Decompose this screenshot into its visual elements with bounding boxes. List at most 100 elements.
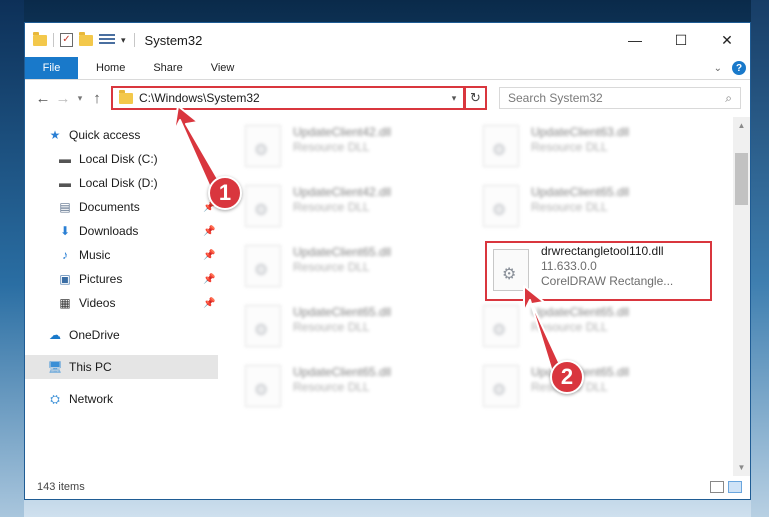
- dll-file-icon: [483, 365, 519, 407]
- videos-icon: ▦: [59, 296, 71, 310]
- sidebar-item-local-disk-d[interactable]: ▬ Local Disk (D:): [57, 171, 158, 195]
- sidebar-item-label: Quick access: [69, 128, 141, 142]
- navigation-bar: ← → ▾ ↑ C:\Windows\System32 ▾ ↻ Search S…: [25, 80, 750, 116]
- dll-file-icon: [245, 305, 281, 347]
- file-type: Resource DLL: [531, 140, 608, 154]
- file-type: Resource DLL: [531, 320, 608, 334]
- file-tile[interactable]: UpdateClient65.dllResource DLL: [477, 181, 702, 237]
- expand-ribbon-icon[interactable]: ⌄: [714, 63, 722, 74]
- recent-locations-icon[interactable]: ▾: [73, 93, 87, 104]
- file-name: UpdateClient42.dll: [293, 185, 392, 199]
- sidebar-item-downloads[interactable]: ⬇ Downloads 📌: [57, 219, 217, 243]
- file-tile[interactable]: UpdateClient65.dllResource DLL: [239, 301, 464, 357]
- address-bar[interactable]: C:\Windows\System32 ▾: [111, 86, 465, 110]
- file-type: Resource DLL: [293, 380, 370, 394]
- file-type: Resource DLL: [293, 320, 370, 334]
- sidebar-item-label: Local Disk (C:): [79, 152, 158, 166]
- file-type: Resource DLL: [293, 260, 370, 274]
- sidebar-item-label: Videos: [79, 296, 116, 310]
- search-placeholder: Search System32: [508, 91, 603, 105]
- forward-arrow-icon[interactable]: →: [53, 90, 73, 107]
- toolbar-divider: [53, 33, 54, 47]
- search-icon: ⌕: [725, 90, 732, 105]
- window-controls: — ☐ ✕: [612, 23, 750, 57]
- pin-icon: 📌: [203, 249, 216, 261]
- highlighted-dll-file[interactable]: drwrectangletool110.dll 11.633.0.0 Corel…: [485, 241, 712, 301]
- title-bar: ✓ ▾ System32 — ☐ ✕: [25, 23, 750, 57]
- search-input[interactable]: Search System32 ⌕: [499, 87, 741, 109]
- file-tile[interactable]: UpdateClient65.dllResource DLL: [239, 361, 464, 417]
- details-view-icon[interactable]: [710, 481, 724, 493]
- address-dropdown-icon[interactable]: ▾: [445, 93, 463, 104]
- new-folder-icon[interactable]: [79, 31, 93, 46]
- music-icon: ♪: [62, 248, 68, 262]
- vertical-scrollbar[interactable]: ▲ ▼: [733, 117, 750, 476]
- status-bar: 143 items: [25, 475, 750, 499]
- scroll-down-icon[interactable]: ▼: [733, 459, 750, 476]
- up-arrow-icon[interactable]: ↑: [87, 90, 107, 107]
- pin-icon: 📌: [203, 225, 216, 237]
- file-name: UpdateClient65.dll: [531, 305, 630, 319]
- tab-file[interactable]: File: [25, 57, 78, 79]
- sidebar-item-pictures[interactable]: ▣ Pictures 📌: [57, 267, 217, 291]
- download-icon: ⬇: [59, 224, 71, 238]
- file-tile[interactable]: UpdateClient42.dllResource DLL: [239, 121, 464, 177]
- network-icon: ⛭: [50, 391, 60, 406]
- sidebar-item-videos[interactable]: ▦ Videos 📌: [57, 291, 217, 315]
- step-1-badge: 1: [208, 176, 242, 210]
- help-icon[interactable]: ?: [732, 61, 746, 75]
- title-divider: [133, 33, 135, 47]
- back-arrow-icon[interactable]: ←: [33, 90, 53, 107]
- sidebar-item-network[interactable]: ⛭ Network: [47, 387, 113, 411]
- sidebar-item-onedrive[interactable]: ☁ OneDrive: [47, 323, 120, 347]
- dll-file-icon: [245, 185, 281, 227]
- sidebar-item-documents[interactable]: ▤ Documents 📌: [57, 195, 217, 219]
- drive-icon: ▬: [59, 176, 71, 190]
- file-name: drwrectangletool110.dll: [541, 244, 664, 258]
- desktop-background-left: [0, 0, 24, 517]
- large-icons-view-icon[interactable]: [728, 481, 742, 493]
- close-button[interactable]: ✕: [704, 23, 750, 57]
- file-tile[interactable]: UpdateClient42.dllResource DLL: [239, 181, 464, 237]
- dll-file-icon: [483, 185, 519, 227]
- sidebar-item-label: OneDrive: [69, 328, 120, 342]
- explorer-window: ✓ ▾ System32 — ☐ ✕ File Home Share View …: [24, 22, 751, 500]
- file-version: 11.633.0.0: [541, 259, 597, 273]
- tab-view[interactable]: View: [197, 57, 249, 79]
- scroll-thumb[interactable]: [735, 153, 748, 205]
- dll-file-icon: [483, 125, 519, 167]
- documents-icon: ▤: [59, 200, 71, 214]
- dll-file-icon: [483, 305, 519, 347]
- sidebar-item-music[interactable]: ♪ Music 📌: [57, 243, 217, 267]
- file-tile[interactable]: UpdateClient65.dllResource DLL: [477, 361, 702, 417]
- file-name: UpdateClient65.dll: [293, 305, 392, 319]
- quick-access-toolbar: ✓ ▾: [25, 31, 126, 47]
- file-tile[interactable]: UpdateClient63.dllResource DLL: [477, 121, 702, 177]
- address-path[interactable]: C:\Windows\System32: [139, 91, 445, 105]
- address-folder-icon: [119, 89, 133, 104]
- minimize-button[interactable]: —: [612, 23, 658, 57]
- sidebar-item-label: Local Disk (D:): [79, 176, 158, 190]
- file-tile[interactable]: UpdateClient65.dllResource DLL: [239, 241, 464, 297]
- file-type: Resource DLL: [293, 140, 370, 154]
- sidebar-item-label: Pictures: [79, 272, 123, 286]
- scroll-up-icon[interactable]: ▲: [733, 117, 750, 134]
- sidebar-item-label: This PC: [69, 360, 112, 374]
- ribbon-tabs: File Home Share View ⌄ ?: [25, 57, 750, 80]
- maximize-button[interactable]: ☐: [658, 23, 704, 57]
- properties-check-icon[interactable]: ✓: [60, 33, 73, 47]
- tab-share[interactable]: Share: [139, 57, 196, 79]
- file-name: UpdateClient42.dll: [293, 125, 392, 139]
- item-count: 143 items: [37, 481, 85, 493]
- dll-file-icon: [493, 249, 529, 291]
- sidebar-item-local-disk-c[interactable]: ▬ Local Disk (C:): [57, 147, 158, 171]
- refresh-icon[interactable]: ↻: [465, 86, 487, 110]
- sidebar-item-this-pc[interactable]: 🖥 This PC: [25, 355, 218, 379]
- customize-icon[interactable]: [99, 34, 115, 46]
- navigation-pane: ★ Quick access ▬ Local Disk (C:) ▬ Local…: [25, 117, 218, 476]
- tab-home[interactable]: Home: [82, 57, 139, 79]
- sidebar-item-quick-access[interactable]: ★ Quick access: [47, 123, 141, 147]
- toolbar-dropdown-icon[interactable]: ▾: [121, 35, 126, 46]
- star-icon: ★: [49, 128, 61, 142]
- file-tile[interactable]: UpdateClient65.dllResource DLL: [477, 301, 702, 357]
